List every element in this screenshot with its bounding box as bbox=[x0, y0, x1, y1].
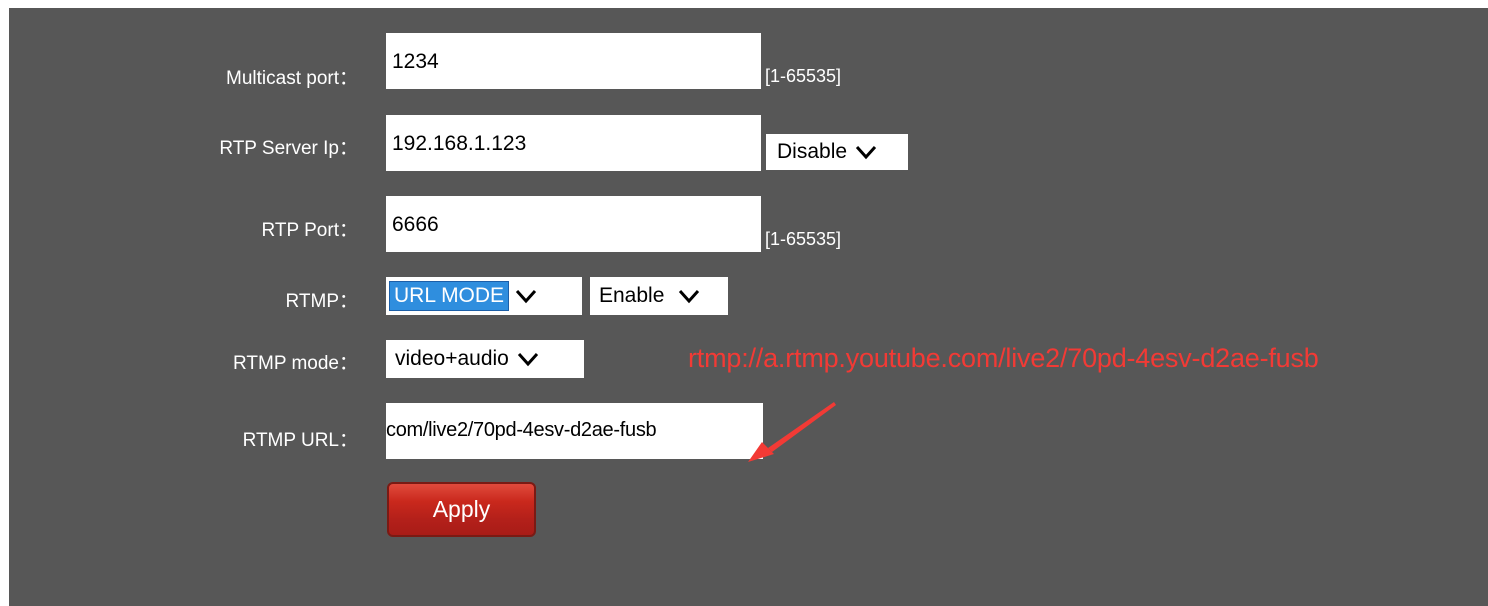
rtmp-mode-select-value: URL MODE bbox=[389, 281, 510, 311]
rtp-port-input[interactable]: 6666 bbox=[386, 196, 761, 252]
rtp-port-label: RTP Port： bbox=[261, 220, 358, 241]
multicast-port-label: Multicast port： bbox=[226, 68, 358, 89]
multicast-port-input[interactable]: 1234 bbox=[386, 33, 761, 89]
rtmp-stream-mode-select-value: video+audio bbox=[395, 347, 509, 370]
rtmp-mode-label: RTMP mode： bbox=[233, 353, 358, 374]
rtmp-mode-select[interactable]: URL MODE bbox=[386, 277, 582, 315]
rtmp-label: RTMP： bbox=[285, 291, 358, 312]
rtp-server-ip-input[interactable]: 192.168.1.123 bbox=[386, 115, 761, 171]
apply-button-label: Apply bbox=[432, 496, 491, 522]
chevron-down-icon bbox=[855, 145, 877, 160]
rtp-port-range: [1-65535] bbox=[765, 229, 842, 249]
rtmp-enable-select[interactable]: Enable bbox=[590, 277, 728, 315]
rtmp-url-label: RTMP URL： bbox=[242, 430, 358, 451]
arrow-icon bbox=[748, 402, 836, 462]
rtp-server-select[interactable]: Disable bbox=[766, 134, 908, 170]
rtmp-enable-select-value: Enable bbox=[599, 284, 665, 307]
multicast-port-range: [1-65535] bbox=[765, 66, 842, 86]
rtp-server-select-value: Disable bbox=[777, 140, 848, 163]
rtmp-url-annotation: rtmp://a.rtmp.youtube.com/live2/70pd-4es… bbox=[688, 343, 1319, 373]
chevron-down-icon bbox=[515, 289, 537, 304]
rtp-server-ip-label: RTP Server Ip： bbox=[219, 138, 358, 159]
rtmp-stream-mode-select[interactable]: video+audio bbox=[386, 340, 584, 378]
chevron-down-icon bbox=[517, 352, 538, 367]
apply-button[interactable]: Apply bbox=[387, 482, 536, 537]
chevron-down-icon bbox=[679, 289, 700, 304]
rtmp-url-input[interactable]: com/live2/70pd-4esv-d2ae-fusb bbox=[386, 403, 763, 459]
